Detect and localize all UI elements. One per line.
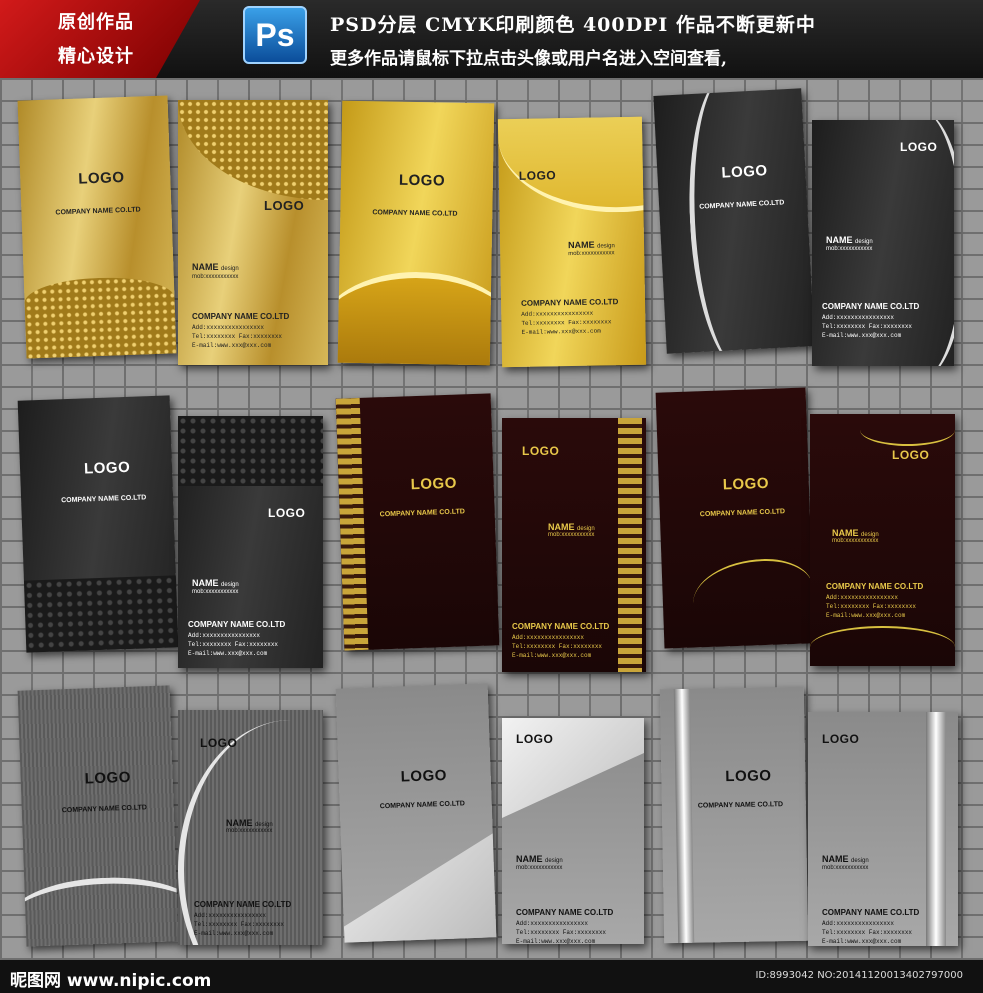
card-brown-lace-front: LOGO COMPANY NAME CO.LTD — [335, 393, 500, 651]
card-logo: LOGO — [200, 736, 238, 750]
card-logo: LOGO — [522, 444, 560, 458]
card-info: COMPANY NAME CO.LTD Add:xxxxxxxxxxxxxxxx… — [516, 908, 614, 944]
card-mob: mob:xxxxxxxxxxx — [568, 250, 615, 258]
gold-lace-border — [618, 418, 642, 672]
card-logo: LOGO — [725, 767, 772, 786]
card-info: COMPANY NAME CO.LTD Add:xxxxxxxxxxxxxxxx… — [826, 582, 924, 619]
original-badge: 原创作品 精心设计 — [0, 0, 200, 78]
card-info: COMPANY NAME CO.LTD Add:xxxxxxxxxxxxxxxx… — [194, 900, 292, 937]
footer-bar: 昵图网 www.nipic.com ID:8993042 NO:20141120… — [0, 960, 983, 993]
card-brown-floral-front: LOGO COMPANY NAME CO.LTD — [655, 387, 815, 649]
card-logo: LOGO — [722, 474, 770, 494]
card-black-ornament-back: LOGO NAME design mob:xxxxxxxxxxx COMPANY… — [178, 416, 323, 668]
silver-panel — [341, 833, 497, 942]
card-mob: mob:xxxxxxxxxxx — [192, 589, 239, 595]
gold-ornament — [178, 100, 328, 200]
card-company: COMPANY NAME CO.LTD — [55, 206, 141, 217]
card-info: COMPANY NAME CO.LTD Add:xxxxxxxxxxxxxxxx… — [520, 297, 619, 336]
card-logo: LOGO — [721, 162, 769, 182]
badge-line2: 精心设计 — [58, 46, 134, 67]
card-logo: LOGO — [264, 198, 305, 213]
photoshop-icon: Ps — [243, 6, 307, 64]
card-logo: LOGO — [268, 506, 306, 520]
card-steel-bar-front: LOGO COMPANY NAME CO.LTD — [659, 686, 809, 944]
gold-ornament — [23, 275, 177, 359]
card-logo: LOGO — [84, 768, 132, 788]
card-steel-bar-back: LOGO NAME design mob:xxxxxxxxxxx COMPANY… — [808, 712, 958, 946]
card-logo: LOGO — [900, 140, 938, 154]
silver-bar — [673, 688, 695, 943]
card-mob: mob:xxxxxxxxxxx — [548, 532, 595, 538]
card-black-ornament-front: LOGO COMPANY NAME CO.LTD — [17, 395, 179, 653]
card-name: NAME design — [826, 235, 873, 245]
card-brown-floral-back: LOGO NAME design mob:xxxxxxxxxxx COMPANY… — [810, 414, 955, 666]
gold-wave — [497, 116, 647, 215]
card-company: COMPANY NAME CO.LTD — [372, 209, 458, 218]
gold-wave — [337, 270, 495, 366]
silver-curve — [17, 874, 179, 947]
card-mob: mob:xxxxxxxxxxx — [192, 274, 239, 280]
card-info: COMPANY NAME CO.LTD Add:xxxxxxxxxxxxxxxx… — [188, 620, 286, 657]
card-company: COMPANY NAME CO.LTD — [379, 508, 465, 519]
card-company: COMPANY NAME CO.LTD — [379, 800, 466, 811]
card-info: COMPANY NAME CO.LTD Add:xxxxxxxxxxxxxxxx… — [822, 302, 920, 339]
header-banner: 原创作品 精心设计 Ps PSD分层 CMYK印刷颜色 400DPI 作品不断更… — [0, 0, 983, 78]
silver-bar — [926, 712, 946, 946]
header-subtitle: 更多作品请鼠标下拉点击头像或用户名进入空间查看, — [330, 49, 727, 69]
card-name: NAME design — [832, 528, 879, 538]
card-steel-diagonal-front: LOGO COMPANY NAME CO.LTD — [335, 683, 497, 943]
card-logo: LOGO — [400, 766, 448, 786]
card-name: NAME design — [567, 239, 615, 251]
card-logo: LOGO — [518, 168, 557, 183]
card-info: COMPANY NAME CO.LTD Add:xxxxxxxxxxxxxxxx… — [512, 622, 610, 659]
card-info: COMPANY NAME CO.LTD Add:xxxxxxxxxxxxxxxx… — [192, 312, 290, 349]
card-name: NAME design — [822, 854, 869, 864]
silver-wave — [682, 88, 793, 354]
card-name: NAME design — [516, 854, 563, 864]
card-logo: LOGO — [83, 458, 131, 478]
dark-ornament — [23, 575, 179, 653]
card-black-wave-front: LOGO COMPANY NAME CO.LTD — [653, 88, 815, 354]
gold-floral — [691, 557, 814, 634]
card-brown-lace-back: LOGO NAME design mob:xxxxxxxxxxx COMPANY… — [502, 418, 646, 672]
dark-ornament — [178, 416, 323, 486]
card-mob: mob:xxxxxxxxxxx — [826, 246, 873, 252]
gold-floral-top — [860, 414, 955, 446]
card-name: NAME design — [226, 818, 273, 828]
card-logo: LOGO — [516, 732, 554, 746]
card-logo: LOGO — [892, 448, 930, 462]
card-gold-wave-front: LOGO COMPANY NAME CO.LTD — [337, 100, 495, 366]
card-company: COMPANY NAME CO.LTD — [61, 494, 147, 505]
card-mob: mob:xxxxxxxxxxx — [832, 538, 879, 544]
card-mob: mob:xxxxxxxxxxx — [822, 865, 869, 871]
card-info: COMPANY NAME CO.LTD Add:xxxxxxxxxxxxxxxx… — [822, 908, 920, 945]
card-steel-front: LOGO COMPANY NAME CO.LTD — [17, 685, 179, 947]
image-id: ID:8993042 NO:20141120013402797000 — [755, 970, 963, 981]
card-mob: mob:xxxxxxxxxxx — [226, 828, 273, 834]
card-name: NAME design — [192, 578, 239, 588]
site-watermark: 昵图网 www.nipic.com — [10, 971, 212, 991]
header-title: PSD分层 CMYK印刷颜色 400DPI 作品不断更新中 — [330, 14, 816, 36]
badge-line1: 原创作品 — [58, 12, 134, 33]
card-gold-wave-back: LOGO NAME design mob:xxxxxxxxxxx COMPANY… — [497, 116, 647, 368]
card-company: COMPANY NAME CO.LTD — [61, 804, 148, 815]
card-logo: LOGO — [822, 732, 860, 746]
card-name: NAME design — [192, 262, 239, 272]
card-steel-back: LOGO NAME design mob:xxxxxxxxxxx COMPANY… — [178, 710, 323, 945]
card-logo: LOGO — [410, 474, 458, 494]
gold-floral-bottom — [810, 626, 955, 666]
card-company: COMPANY NAME CO.LTD — [699, 508, 786, 519]
card-steel-diagonal-back: LOGO NAME design mob:xxxxxxxxxxx COMPANY… — [502, 718, 644, 944]
card-mob: mob:xxxxxxxxxxx — [516, 865, 563, 871]
card-name: NAME design — [548, 522, 595, 532]
card-company: COMPANY NAME CO.LTD — [697, 801, 784, 810]
card-black-wave-back: LOGO NAME design mob:xxxxxxxxxxx COMPANY… — [812, 120, 954, 366]
card-logo: LOGO — [78, 169, 125, 188]
card-gold-back: LOGO NAME design mob:xxxxxxxxxxx COMPANY… — [178, 100, 328, 365]
card-gold-front: LOGO COMPANY NAME CO.LTD — [17, 95, 177, 359]
card-logo: LOGO — [398, 171, 446, 190]
